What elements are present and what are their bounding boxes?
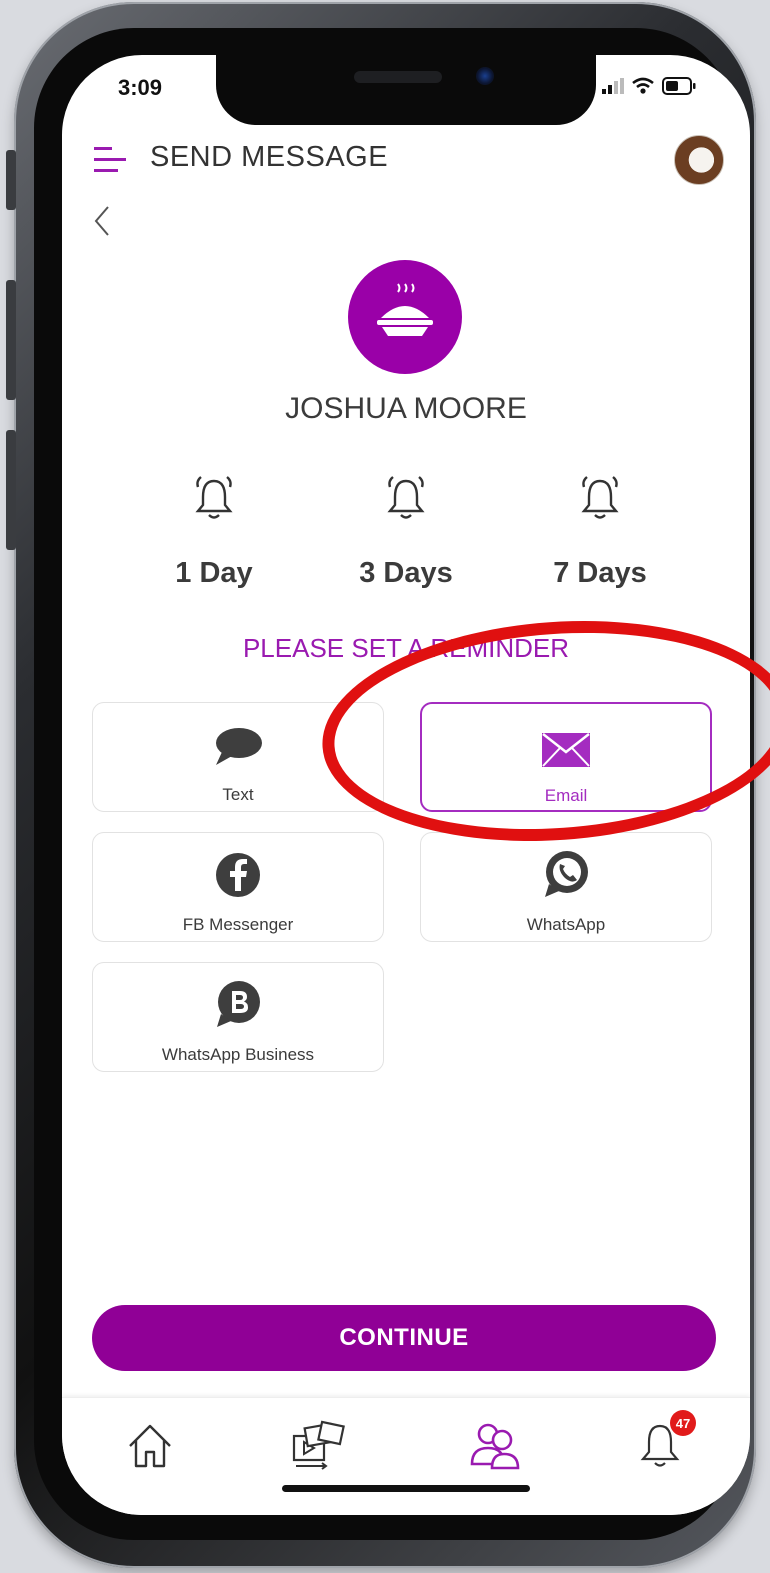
home-icon <box>129 1424 171 1468</box>
channel-text[interactable]: Text <box>92 702 384 812</box>
facebook-icon <box>216 853 260 897</box>
media-icon <box>292 1420 345 1470</box>
envelope-icon <box>542 733 590 767</box>
channel-fb-messenger[interactable]: FB Messenger <box>92 832 384 942</box>
nav-notifications[interactable]: 47 <box>632 1410 696 1474</box>
volume-down-button <box>6 430 16 550</box>
channel-label: WhatsApp Business <box>161 1045 315 1064</box>
continue-button[interactable]: CONTINUE <box>92 1305 716 1371</box>
bell-icon <box>387 476 425 519</box>
nav-contacts[interactable] <box>466 1418 526 1474</box>
chat-bubble-icon <box>216 728 262 765</box>
bell-icon <box>581 476 619 519</box>
reminder-label: 1 Day <box>175 557 253 589</box>
signal-icon <box>602 78 624 94</box>
contact-avatar <box>348 260 462 374</box>
reminder-label: 7 Days <box>553 557 647 589</box>
channel-label: Text <box>222 785 254 804</box>
home-indicator <box>282 1485 530 1492</box>
reminder-1-day[interactable]: 1 Day <box>134 475 294 590</box>
whatsapp-icon <box>545 851 588 897</box>
channel-label: Email <box>544 786 588 805</box>
reminder-label: 3 Days <box>359 557 453 589</box>
phone-screen: 3:09 SEND MESSAGE JOSHUA MOORE 1 Day 3 D… <box>62 55 750 1515</box>
channel-label: FB Messenger <box>182 915 294 934</box>
nav-home[interactable] <box>122 1418 182 1474</box>
speaker <box>354 71 442 83</box>
battery-icon <box>662 77 696 95</box>
notification-badge: 47 <box>670 1410 696 1436</box>
status-time: 3:09 <box>118 75 163 100</box>
channel-email[interactable]: Email <box>420 702 712 812</box>
front-camera <box>476 67 494 85</box>
nav-media[interactable] <box>286 1418 346 1474</box>
contact-name: JOSHUA MOORE <box>285 392 527 425</box>
whatsapp-business-icon <box>217 981 260 1027</box>
bottom-nav: 47 <box>62 1397 750 1515</box>
channel-label: WhatsApp <box>526 915 606 934</box>
wifi-icon <box>632 77 654 94</box>
status-icons <box>602 77 696 95</box>
reminder-7-days[interactable]: 7 Days <box>520 475 680 590</box>
channel-whatsapp-business[interactable]: WhatsApp Business <box>92 962 384 1072</box>
page-title: SEND MESSAGE <box>150 141 389 173</box>
back-chevron-icon[interactable] <box>90 201 114 241</box>
contacts-icon <box>470 1423 520 1470</box>
notch <box>216 55 596 125</box>
bell-icon <box>195 476 233 519</box>
volume-up-button <box>6 280 16 400</box>
pie-icon <box>377 283 433 336</box>
user-avatar[interactable] <box>674 135 724 185</box>
reminder-prompt: PLEASE SET A REMINDER <box>242 633 570 663</box>
menu-icon[interactable] <box>94 145 134 175</box>
reminder-3-days[interactable]: 3 Days <box>326 475 486 590</box>
top-bar: SEND MESSAGE <box>94 135 724 185</box>
channel-whatsapp[interactable]: WhatsApp <box>420 832 712 942</box>
silent-switch <box>6 150 16 210</box>
